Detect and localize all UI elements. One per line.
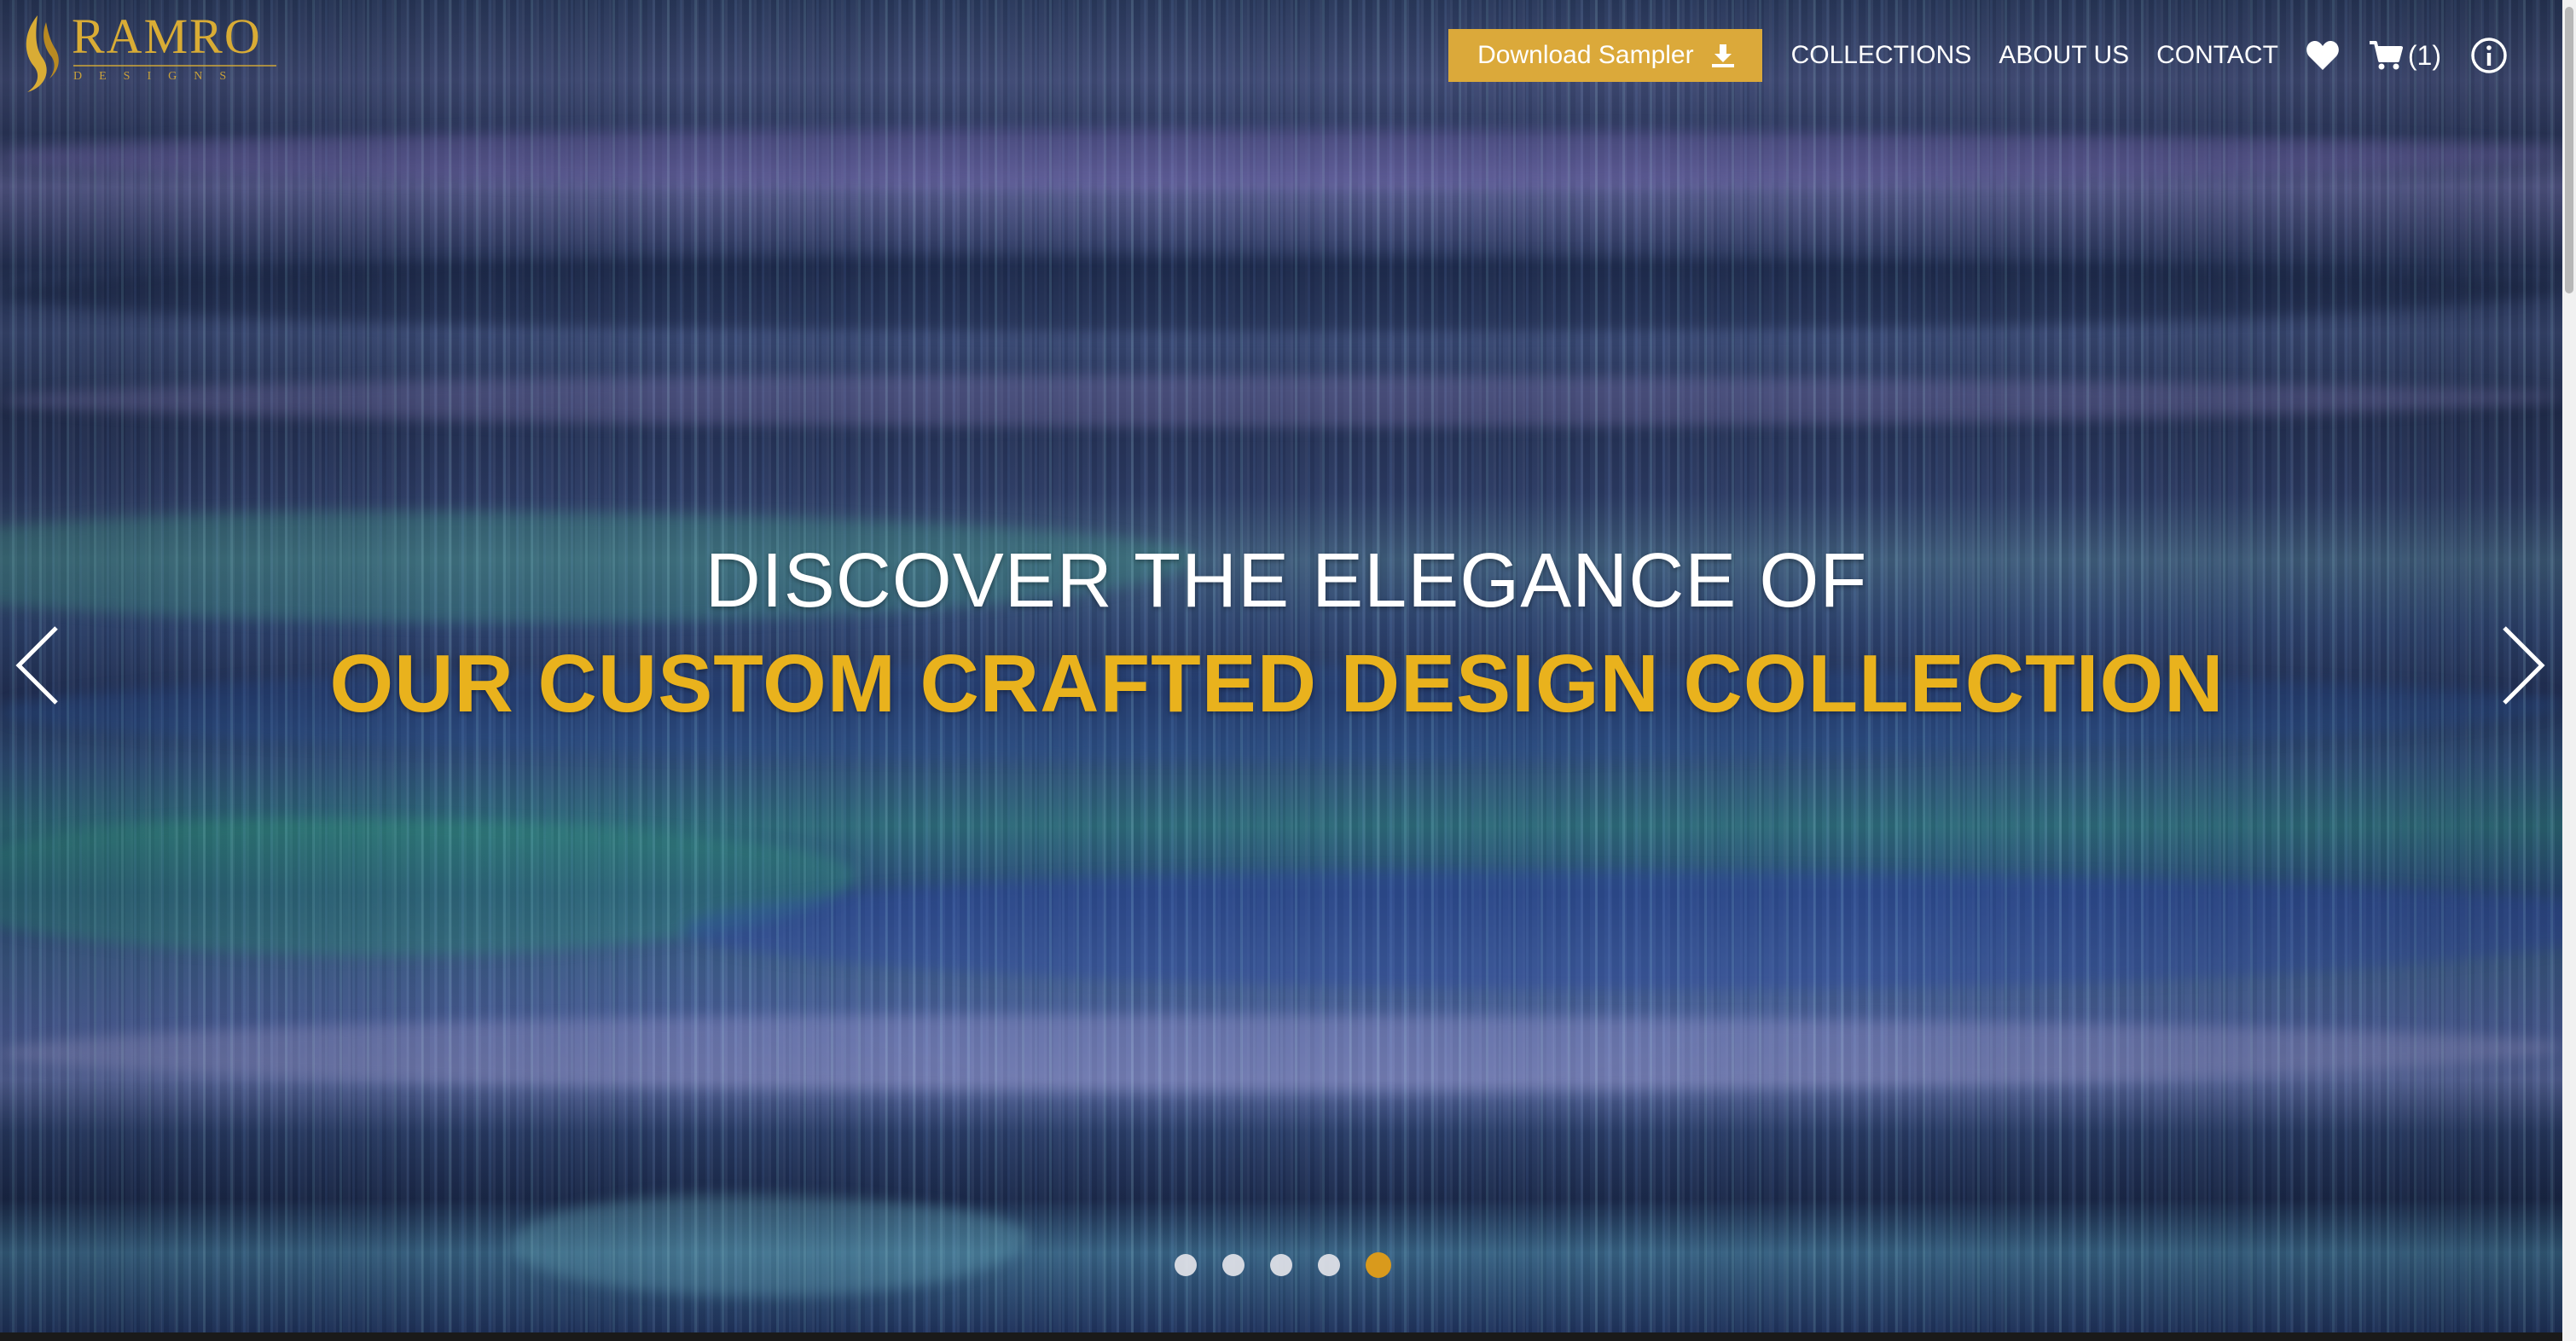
wishlist-button[interactable] <box>2306 40 2340 71</box>
nav-link-about-us[interactable]: ABOUT US <box>1999 41 2129 70</box>
chevron-left-icon <box>15 626 58 705</box>
ramro-logo[interactable]: RAMRO DESIGNS <box>12 10 285 96</box>
carousel-dot-3[interactable] <box>1270 1254 1292 1276</box>
info-icon <box>2471 38 2507 73</box>
scrollbar-thumb[interactable] <box>2565 7 2573 293</box>
logo-divider <box>73 65 276 67</box>
cart-button[interactable]: (1) <box>2369 40 2441 72</box>
download-sampler-label: Download Sampler <box>1477 41 1694 69</box>
carousel-pagination <box>1175 1252 1417 1278</box>
page-scrollbar[interactable] <box>2562 0 2576 1341</box>
carousel-dot-5-active[interactable] <box>1366 1252 1391 1278</box>
nav-link-contact[interactable]: CONTACT <box>2156 41 2278 70</box>
carousel-dot-1[interactable] <box>1175 1254 1197 1276</box>
cart-icon <box>2369 41 2403 70</box>
main-nav: Download Sampler COLLECTIONS ABOUT US CO… <box>1448 29 2508 82</box>
hero-headline-line-1: DISCOVER THE ELEGANCE OF <box>705 538 1868 624</box>
hero-headline-line-2: OUR CUSTOM CRAFTED DESIGN COLLECTION <box>329 638 2225 729</box>
carousel-next-button[interactable] <box>2498 623 2549 708</box>
carousel-prev-button[interactable] <box>12 623 63 708</box>
heart-icon <box>2306 41 2339 70</box>
hero-headline: DISCOVER THE ELEGANCE OF OUR CUSTOM CRAF… <box>0 543 2562 725</box>
nav-link-collections[interactable]: COLLECTIONS <box>1791 41 1972 70</box>
brand-name: RAMRO <box>72 9 262 64</box>
download-sampler-button[interactable]: Download Sampler <box>1448 29 1762 82</box>
brand-tagline: DESIGNS <box>73 70 244 83</box>
info-button[interactable] <box>2470 37 2508 74</box>
hero-carousel: RAMRO DESIGNS Download Sampler COLLECTIO… <box>0 0 2562 1332</box>
chevron-right-icon <box>2503 626 2545 705</box>
flame-logo-icon <box>26 15 59 92</box>
download-icon <box>1711 44 1734 67</box>
carousel-dot-4[interactable] <box>1318 1254 1340 1276</box>
cart-count: (1) <box>2407 39 2441 71</box>
carousel-dot-2[interactable] <box>1222 1254 1244 1276</box>
page-bottom-edge <box>0 1332 2562 1341</box>
